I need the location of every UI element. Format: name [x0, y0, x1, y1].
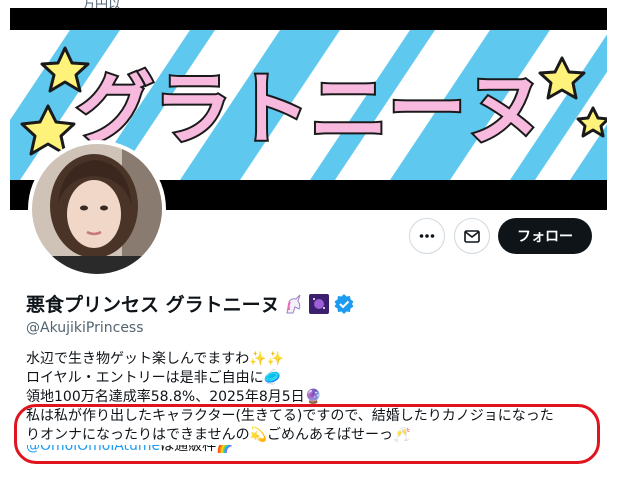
bio-line-text: は通販枠🌈: [160, 445, 234, 454]
bio-line-clipped: @OmoiOmoiAtumeは通販枠🌈: [26, 445, 601, 455]
more-horizontal-icon: [419, 234, 435, 238]
avatar-photo: [32, 144, 162, 274]
bio-line: 水辺で生き物ゲット楽しんでますわ✨✨: [26, 351, 285, 367]
handle: @AkujikiPrincess: [26, 320, 144, 336]
unicorn-emoji: [286, 294, 301, 313]
follow-button[interactable]: フォロー: [498, 218, 592, 254]
banner-title: グラトニーヌ: [76, 65, 544, 155]
galaxy-emoji: [308, 293, 329, 314]
bio-line: りオンナになったりはできませんの💫ごめんあそばせーっ🥂: [26, 427, 411, 443]
bio-line: ロイヤル・エントリーは是非ご自由に🥏: [26, 370, 282, 386]
verified-badge-icon: [334, 293, 354, 314]
more-button[interactable]: [409, 218, 445, 254]
name-row: 悪食プリンセス グラトニーヌ: [26, 290, 355, 317]
envelope-icon: [464, 230, 480, 243]
bio-line: 領地100万名達成率58.8%、2025年8月5日🔮: [26, 389, 323, 405]
profile-bio: 水辺で生き物ゲット楽しんでますわ✨✨ ロイヤル・エントリーは是非ご自由に🥏 領地…: [26, 350, 601, 455]
message-button[interactable]: [454, 218, 490, 254]
display-name: 悪食プリンセス グラトニーヌ: [26, 294, 280, 316]
mention-link[interactable]: @OmoiOmoiAtume: [26, 445, 160, 454]
bio-line: 私は私が作り出したキャラクター(生きてる)ですので、結婚したりカノジョになった: [26, 408, 554, 424]
avatar[interactable]: [28, 140, 166, 278]
